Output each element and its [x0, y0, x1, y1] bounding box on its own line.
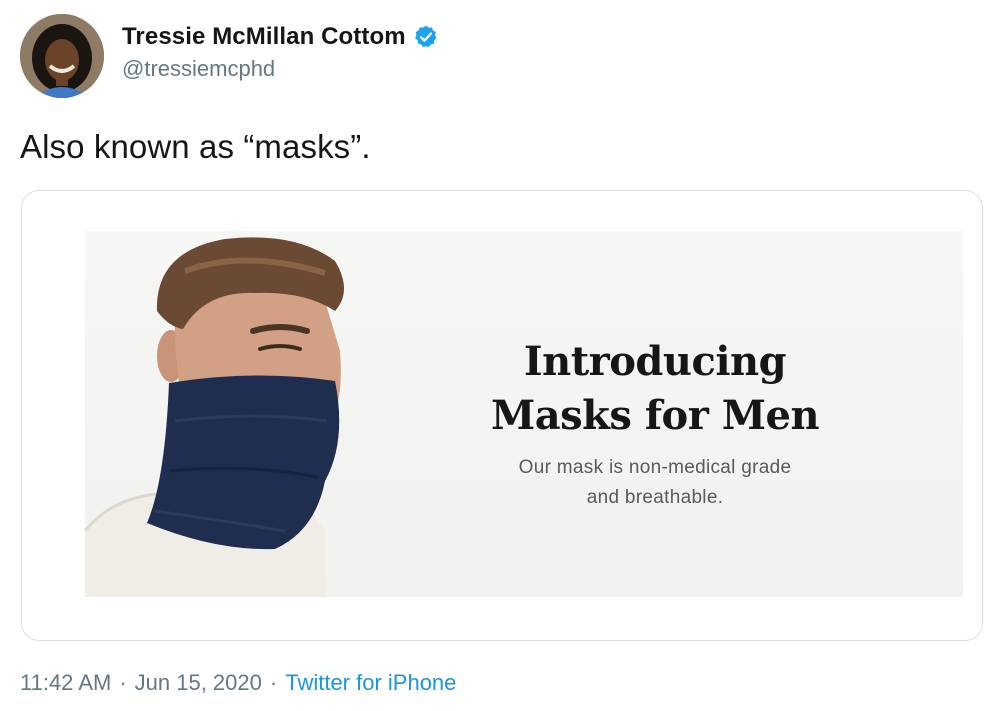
verified-badge-icon [413, 24, 439, 50]
meta-separator: · [269, 670, 278, 695]
ad-headline-line-2: Masks for Men [490, 392, 820, 439]
source-link[interactable]: Twitter for iPhone [285, 670, 456, 695]
tweet-header: Tressie McMillan Cottom @tressiemcphd [20, 12, 980, 100]
model-photo [85, 237, 344, 597]
tweet-time[interactable]: 11:42 AM [20, 670, 111, 695]
tweet-text: Also known as “masks”. [20, 128, 371, 165]
profile-photo-icon [20, 14, 104, 98]
ad-subtext-line-1: Our mask is non-medical grade [518, 457, 792, 478]
avatar[interactable] [20, 14, 104, 98]
tweet-date[interactable]: Jun 15, 2020 [135, 670, 262, 695]
author-handle[interactable]: @tressiemcphd [122, 56, 439, 82]
ad-image[interactable]: Introducing Masks for Men Our mask is no… [85, 231, 963, 597]
media-card[interactable]: Introducing Masks for Men Our mask is no… [21, 190, 983, 641]
ad-headline-line-1: Introducing [523, 338, 787, 385]
author-block: Tressie McMillan Cottom @tressiemcphd [122, 22, 439, 82]
meta-separator: · [119, 670, 127, 695]
ad-subtext-line-2: and breathable. [586, 487, 724, 508]
author-display-name[interactable]: Tressie McMillan Cottom [122, 23, 406, 51]
ad-copy: Introducing Masks for Men Our mask is no… [455, 335, 855, 513]
tweet-meta: 11:42 AM · Jun 15, 2020 · Twitter for iPhone [20, 670, 456, 696]
